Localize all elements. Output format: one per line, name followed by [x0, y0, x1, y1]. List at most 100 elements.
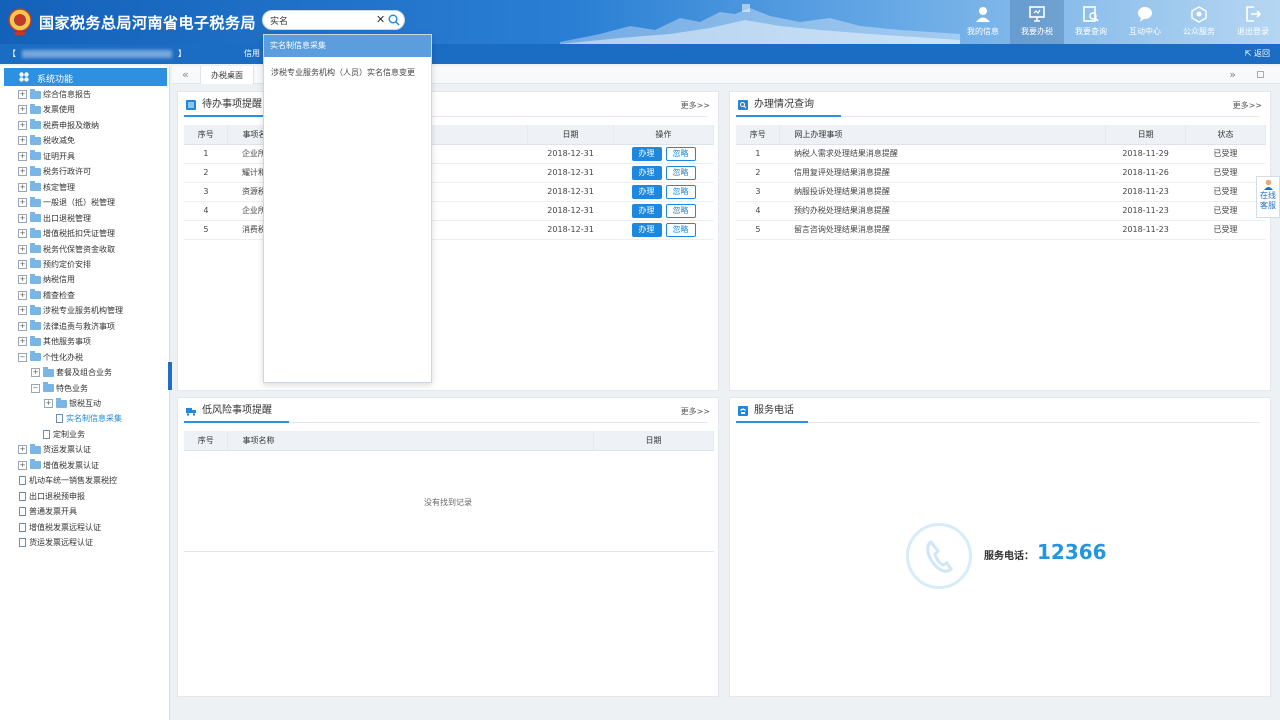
sidebar-item[interactable]: + 涉税专业服务机构管理 [18, 304, 123, 318]
sidebar-item[interactable]: + 增值税抵扣凭证管理 [18, 227, 115, 241]
sidebar-item[interactable]: 实名制信息采集 [44, 412, 122, 426]
cell-date: 2018-11-23 [1105, 201, 1186, 221]
sidebar-item[interactable]: + 出口退税管理 [18, 212, 91, 226]
panel-title-text: 办理情况查询 [754, 99, 814, 110]
expand-icon[interactable]: + [44, 399, 53, 408]
nav-logout[interactable]: 退出登录 [1226, 0, 1280, 44]
collapse-icon[interactable]: − [31, 383, 40, 393]
table-row[interactable]: 2 信用复评处理结果消息提醒 2018-11-26 已受理 [736, 163, 1266, 183]
expand-icon[interactable]: + [18, 136, 27, 146]
ignore-button[interactable]: 忽略 [665, 146, 696, 161]
expand-icon[interactable]: + [18, 105, 27, 115]
sidebar-item[interactable]: 货运发票远程认证 [19, 536, 93, 550]
search-box[interactable]: ✕ [262, 10, 405, 30]
more-link[interactable]: 更多>> [681, 100, 710, 111]
more-link[interactable]: 更多>> [1233, 100, 1262, 111]
expand-icon[interactable]: + [18, 445, 27, 455]
sidebar-item[interactable]: + 证明开具 [18, 150, 75, 164]
online-service-button[interactable]: 在线 客服 [1256, 176, 1280, 218]
close-tabs-icon[interactable] [1257, 71, 1264, 78]
more-link[interactable]: 更多>> [681, 406, 710, 417]
table-row[interactable]: 5 留言咨询处理结果消息提醒 2018-11-23 已受理 [736, 220, 1266, 240]
sidebar-item[interactable]: + 综合信息报告 [18, 88, 91, 102]
cell-no: 5 [184, 220, 228, 240]
nav-my-info[interactable]: 我的信息 [956, 0, 1010, 44]
expand-icon[interactable]: + [18, 306, 27, 316]
phone-number[interactable]: 12366 [1037, 540, 1107, 564]
expand-icon[interactable]: + [18, 198, 27, 208]
sidebar-header[interactable]: 系统功能 [4, 68, 167, 86]
sidebar-item[interactable]: + 税收减免 [18, 134, 75, 148]
expand-icon[interactable]: + [18, 213, 27, 223]
expand-icon[interactable]: + [18, 290, 27, 300]
sidebar-item[interactable]: 增值税发票远程认证 [19, 521, 101, 535]
expand-icon[interactable]: + [31, 368, 40, 378]
cell-date: 2018-11-26 [1105, 163, 1186, 183]
expand-icon[interactable]: + [18, 151, 27, 161]
sidebar-item[interactable]: − 特色业务 [31, 382, 88, 396]
sidebar-item-label: 税务代保管资金收取 [43, 244, 115, 254]
expand-icon[interactable]: + [18, 229, 27, 239]
sidebar-item[interactable]: + 核定管理 [18, 181, 75, 195]
expand-icon[interactable]: + [18, 259, 27, 269]
expand-icon[interactable]: + [18, 120, 27, 130]
ignore-button[interactable]: 忽略 [665, 203, 696, 218]
sidebar-item[interactable]: 普通发票开具 [19, 505, 77, 519]
nav-public-service[interactable]: 公众服务 [1172, 0, 1226, 44]
search-icon[interactable] [388, 14, 400, 26]
expand-icon[interactable]: + [18, 90, 27, 99]
ignore-button[interactable]: 忽略 [665, 165, 696, 180]
tab-tax-desktop[interactable]: 办税桌面 [200, 66, 254, 84]
sidebar-item[interactable]: + 税费申报及缴纳 [18, 119, 99, 133]
nav-query[interactable]: 我要查询 [1064, 0, 1118, 44]
suggestion-highlighted[interactable]: 实名制信息采集 [264, 35, 431, 57]
collapse-icon[interactable]: − [18, 352, 27, 362]
expand-icon[interactable]: + [18, 337, 27, 347]
handle-button[interactable]: 办理 [631, 146, 662, 161]
sidebar-item[interactable]: + 税务代保管资金收取 [18, 243, 115, 257]
sidebar-item[interactable]: + 发票使用 [18, 103, 75, 117]
panel-title: 低风险事项提醒 [184, 404, 272, 422]
tab-scroll-left[interactable]: « [182, 68, 189, 81]
suggestion-item[interactable]: 涉税专业服务机构（人员）实名信息变更 [271, 67, 415, 78]
sidebar-item-label: 税费申报及缴纳 [43, 120, 99, 130]
back-button[interactable]: ⇱ 返回 [1245, 48, 1270, 59]
expand-icon[interactable]: + [18, 275, 27, 285]
sidebar-item[interactable]: + 税务行政许可 [18, 165, 91, 179]
sidebar-item[interactable]: 出口退税预申报 [19, 490, 85, 504]
expand-icon[interactable]: + [18, 182, 27, 192]
table-row[interactable]: 4 预约办税处理结果消息提醒 2018-11-23 已受理 [736, 201, 1266, 221]
search-input[interactable] [270, 13, 370, 28]
handle-button[interactable]: 办理 [631, 203, 662, 218]
sidebar-item[interactable]: + 预约定价安排 [18, 258, 91, 272]
handle-button[interactable]: 办理 [631, 184, 662, 199]
sidebar-collapse-handle[interactable] [168, 362, 172, 390]
expand-icon[interactable]: + [18, 167, 27, 177]
clear-icon[interactable]: ✕ [376, 13, 385, 27]
expand-icon[interactable]: + [18, 321, 27, 331]
sidebar-item[interactable]: + 稽查检查 [18, 289, 75, 303]
sidebar-item[interactable]: + 纳税信用 [18, 273, 75, 287]
sidebar-item[interactable]: + 一般退（抵）税管理 [18, 196, 115, 210]
handle-button[interactable]: 办理 [631, 165, 662, 180]
sidebar-item[interactable]: 定制业务 [31, 428, 85, 442]
sidebar-item[interactable]: − 个性化办税 [18, 351, 83, 365]
document-icon [19, 491, 26, 501]
handle-button[interactable]: 办理 [631, 222, 662, 237]
table-row[interactable]: 1 纳税人需求处理结果消息提醒 2018-11-29 已受理 [736, 144, 1266, 164]
sidebar-item[interactable]: + 其他服务事项 [18, 335, 91, 349]
sidebar-item[interactable]: + 法律追责与救济事项 [18, 320, 115, 334]
expand-icon[interactable]: + [18, 460, 27, 470]
sidebar-item[interactable]: + 增值税发票认证 [18, 459, 99, 473]
sidebar-item[interactable]: 机动车统一销售发票税控 [19, 474, 117, 488]
nav-interaction[interactable]: 互动中心 [1118, 0, 1172, 44]
sidebar-item[interactable]: + 货运发票认证 [18, 443, 91, 457]
table-row[interactable]: 3 纳服投诉处理结果消息提醒 2018-11-23 已受理 [736, 182, 1266, 202]
tab-scroll-right[interactable]: » [1229, 68, 1236, 81]
expand-icon[interactable]: + [18, 244, 27, 254]
sidebar-item[interactable]: + 银税互动 [44, 397, 101, 411]
sidebar-item[interactable]: + 套餐及组合业务 [31, 366, 112, 380]
nav-do-tax[interactable]: 我要办税 [1010, 0, 1064, 44]
ignore-button[interactable]: 忽略 [665, 184, 696, 199]
ignore-button[interactable]: 忽略 [665, 222, 696, 237]
